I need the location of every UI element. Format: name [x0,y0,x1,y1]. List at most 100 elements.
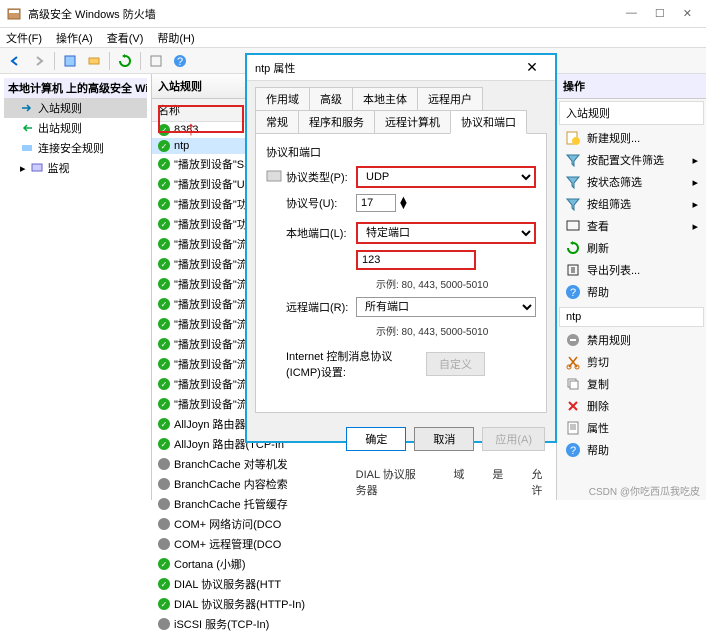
minimize-button[interactable]: — [626,7,637,20]
filter-icon [565,196,581,212]
button-apply[interactable]: 应用(A) [482,427,545,451]
action-item[interactable]: 复制 [559,373,704,395]
list-row[interactable]: COM+ 远程管理(DCO [152,534,556,554]
action-label: 帮助 [587,442,609,458]
tab-advanced[interactable]: 高级 [309,87,353,111]
dialog-close-button[interactable]: ✕ [517,59,547,76]
list-row[interactable]: ✓Cortana (小娜) [152,554,556,574]
action-item[interactable]: 按状态筛选▸ [559,171,704,193]
action-item[interactable]: 刷新 [559,237,704,259]
rule-name: COM+ 网络访问(DCO [174,516,281,532]
window-titlebar: 高级安全 Windows 防火墙 — ☐ ✕ [0,0,706,28]
close-button[interactable]: ✕ [683,7,692,20]
enabled-icon: ✓ [158,338,170,350]
action-item[interactable]: 删除 [559,395,704,417]
tree-pane: 本地计算机 上的高级安全 Win 入站规则 出站规则 连接安全规则 ▸监视 [0,74,152,500]
svg-text:?: ? [570,287,576,299]
action-pane: 操作 入站规则 新建规则...按配置文件筛选▸按状态筛选▸按组筛选▸查看▸刷新导… [556,74,706,500]
back-button[interactable] [4,50,26,72]
tool-btn-2[interactable] [83,50,105,72]
action-section-ntp: ntp [559,307,704,327]
action-item[interactable]: 剪切 [559,351,704,373]
action-label: 禁用规则 [587,332,631,348]
forward-button[interactable] [28,50,50,72]
action-label: 按状态筛选 [587,174,642,190]
properties-dialog: ntp 属性 ✕ 作用域 高级 本地主体 远程用户 常规 程序和服务 远程计算机… [246,54,556,442]
dialog-titlebar: ntp 属性 ✕ [247,55,555,81]
tool-btn-3[interactable] [145,50,167,72]
action-label: 属性 [587,420,609,436]
maximize-button[interactable]: ☐ [655,7,665,20]
enabled-icon: ✓ [158,178,170,190]
label-protocol-num: 协议号(U): [266,195,356,211]
tab-programs[interactable]: 程序和服务 [298,110,375,134]
tab-remote-user[interactable]: 远程用户 [417,87,483,111]
input-protocol-num[interactable] [356,194,396,212]
help-icon: ? [565,442,581,458]
chevron-right-icon: ▸ [692,198,698,211]
select-local-port-type[interactable]: 特定端口 [356,222,536,244]
select-protocol-type[interactable]: UDP [356,166,536,188]
list-row[interactable]: iSCSI 服务(TCP-In) [152,614,556,634]
input-local-port[interactable] [356,250,476,270]
action-label: 导出列表... [587,262,640,278]
svg-text:?: ? [570,445,576,457]
tab-remote-computer[interactable]: 远程计算机 [374,110,451,134]
menu-view[interactable]: 查看(V) [107,30,144,46]
expand-icon: ▸ [20,162,26,175]
group-label-protocol: 协议和端口 [266,144,536,160]
action-item[interactable]: 禁用规则 [559,329,704,351]
action-item[interactable]: 属性 [559,417,704,439]
action-item[interactable]: 导出列表... [559,259,704,281]
action-item[interactable]: 新建规则... [559,127,704,149]
action-label: 剪切 [587,354,609,370]
tree-item-connsec[interactable]: 连接安全规则 [4,138,147,158]
action-label: 新建规则... [587,130,640,146]
enabled-icon: ✓ [158,158,170,170]
tree-item-outbound[interactable]: 出站规则 [4,118,147,138]
rule-name: COM+ 远程管理(DCO [174,536,281,552]
tab-general[interactable]: 常规 [255,110,299,134]
connsec-icon [20,141,34,155]
enabled-icon: ✓ [158,124,170,136]
filter-icon [565,174,581,190]
copy-icon [565,376,581,392]
refresh-button[interactable] [114,50,136,72]
action-item[interactable]: ? 帮助 [559,439,704,461]
label-remote-port: 远程端口(R): [266,299,356,315]
app-icon [6,6,22,22]
tool-btn-1[interactable] [59,50,81,72]
hint-example-2: 示例: 80, 443, 5000-5010 [266,323,536,338]
button-ok[interactable]: 确定 [346,427,406,451]
tab-protocols-ports[interactable]: 协议和端口 [450,110,527,134]
tree-item-monitor[interactable]: ▸监视 [4,158,147,178]
monitor-icon [30,161,44,175]
action-item[interactable]: 按组筛选▸ [559,193,704,215]
button-cancel[interactable]: 取消 [414,427,474,451]
list-row[interactable]: COM+ 网络访问(DCO [152,514,556,534]
menu-help[interactable]: 帮助(H) [157,30,194,46]
list-row[interactable]: ✓DIAL 协议服务器(HTTP-In) [152,594,556,614]
enabled-icon: ✓ [158,218,170,230]
enabled-icon: ✓ [158,318,170,330]
hint-example-1: 示例: 80, 443, 5000-5010 [266,276,536,291]
select-remote-port-type[interactable]: 所有端口 [356,297,536,317]
dialog-tabs: 作用域 高级 本地主体 远程用户 常规 程序和服务 远程计算机 协议和端口 [247,81,555,133]
tab-local-principal[interactable]: 本地主体 [352,87,418,111]
tab-scope[interactable]: 作用域 [255,87,310,111]
action-item[interactable]: 按配置文件筛选▸ [559,149,704,171]
rule-name: BranchCache 托管缓存 [174,496,288,512]
outbound-icon [20,121,34,135]
list-row[interactable]: ✓DIAL 协议服务器(HTT [152,574,556,594]
tree-header: 本地计算机 上的高级安全 Win [4,78,147,98]
action-label: 按配置文件筛选 [587,152,664,168]
tree-item-inbound[interactable]: 入站规则 [4,98,147,118]
action-item[interactable]: ?帮助 [559,281,704,303]
label-protocol-type: 协议类型(P): [286,169,356,185]
menu-action[interactable]: 操作(A) [56,30,93,46]
menu-file[interactable]: 文件(F) [6,30,42,46]
new-rule-icon [565,130,581,146]
action-item[interactable]: 查看▸ [559,215,704,237]
spinner-icon[interactable]: ▲▼ [398,197,409,209]
help-button[interactable]: ? [169,50,191,72]
